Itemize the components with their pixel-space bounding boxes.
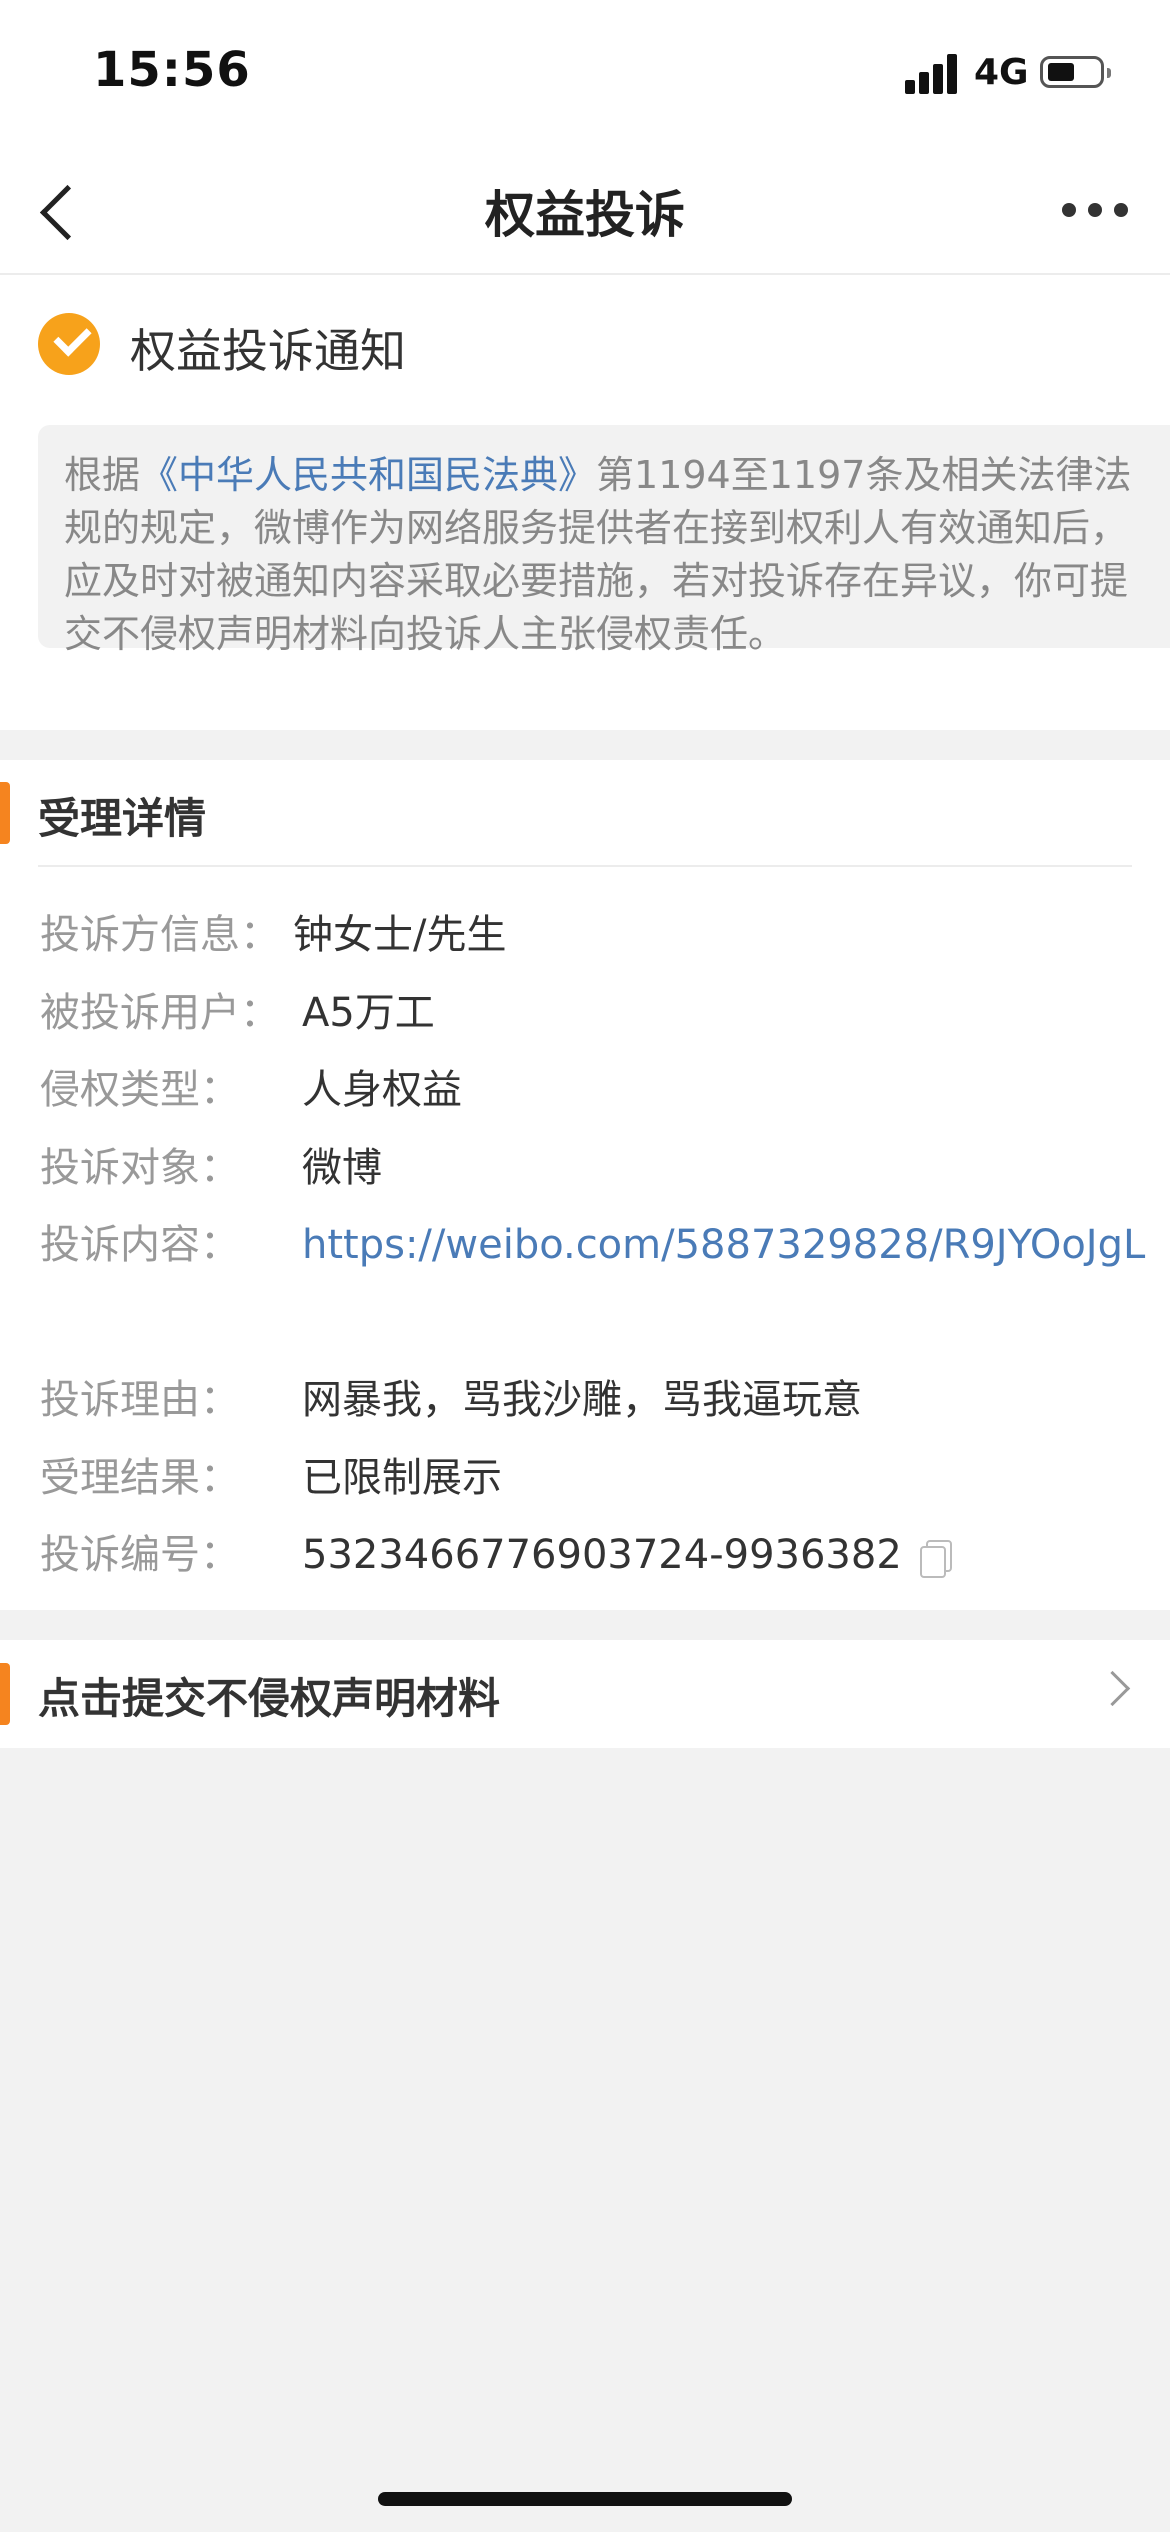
- complaint-number: 5323466776903724-9936382: [302, 1532, 902, 1578]
- copy-icon[interactable]: [919, 1540, 952, 1578]
- notice-prefix: 根据: [64, 453, 141, 497]
- row-label: 投诉编号：: [40, 1532, 240, 1578]
- submit-statement-label: 点击提交不侵权声明材料: [38, 1674, 501, 1723]
- signal-icon: [905, 52, 963, 94]
- battery-icon: [1040, 56, 1111, 88]
- row-value-wrap: 5323466776903724-9936382: [302, 1525, 1152, 1585]
- law-link[interactable]: 《中华人民共和国民法典》: [140, 453, 596, 497]
- status-time: 15:56: [93, 42, 251, 98]
- notice-card: 权益投诉通知 根据《中华人民共和国民法典》第1194至1197条及相关法律法规的…: [0, 275, 1170, 730]
- divider: [38, 865, 1132, 867]
- nav-bar: 权益投诉: [0, 145, 1170, 275]
- submit-statement-button[interactable]: 点击提交不侵权声明材料: [0, 1640, 1170, 1748]
- row-label: 被投诉用户：: [40, 990, 280, 1036]
- row-label: 受理结果：: [40, 1455, 240, 1501]
- detail-card: 受理详情 投诉方信息： 钟女士/先生 被投诉用户： A5万工 侵权类型： 人身权…: [0, 760, 1170, 1610]
- home-indicator[interactable]: [378, 2492, 792, 2506]
- row-label: 投诉方信息：: [40, 912, 280, 958]
- content-link[interactable]: https://weibo.com/5887329828/R9JYOoJgL: [302, 1215, 1152, 1275]
- notice-text: 根据《中华人民共和国民法典》第1194至1197条及相关法律法规的规定，微博作为…: [38, 425, 1170, 656]
- row-value: 钟女士/先生: [293, 912, 507, 958]
- check-icon: [38, 313, 100, 375]
- row-value: 微博: [302, 1145, 382, 1191]
- row-label: 侵权类型：: [40, 1067, 240, 1113]
- network-type: 4G: [974, 52, 1029, 93]
- chevron-right-icon: [1094, 1670, 1131, 1707]
- section-accent-bar: [0, 782, 10, 844]
- row-value[interactable]: A5万工: [302, 983, 1152, 1043]
- row-value: 人身权益: [302, 1067, 462, 1113]
- more-icon[interactable]: [1050, 195, 1130, 225]
- notice-title: 权益投诉通知: [130, 324, 406, 378]
- row-value: 网暴我，骂我沙雕，骂我逼玩意: [302, 1377, 862, 1423]
- section-title: 受理详情: [38, 794, 207, 843]
- row-label: 投诉理由：: [40, 1377, 240, 1423]
- page-title: 权益投诉: [485, 186, 685, 244]
- row-label: 投诉内容：: [40, 1222, 240, 1268]
- section-accent-bar: [0, 1663, 10, 1725]
- row-value: 已限制展示: [302, 1455, 502, 1501]
- row-label: 投诉对象：: [40, 1145, 240, 1191]
- status-bar: 15:56 4G: [0, 0, 1170, 145]
